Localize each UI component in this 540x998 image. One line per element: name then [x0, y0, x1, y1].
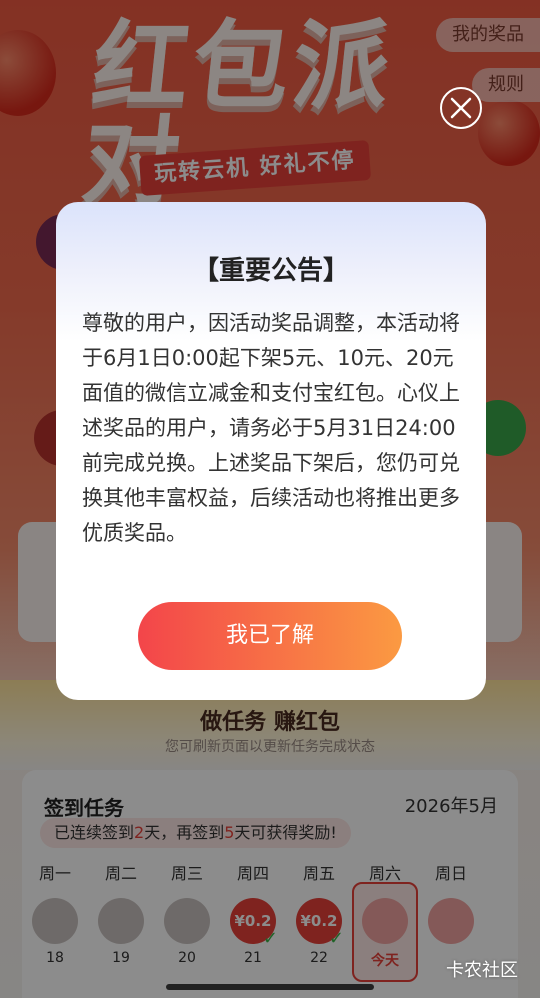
dialog-body: 尊敬的用户，因活动奖品调整，本活动将于6月1日0:00起下架5元、10元、20元… [82, 311, 460, 545]
dialog-title: 【重要公告】 [192, 256, 349, 286]
announcement-dialog: 【重要公告】 尊敬的用户，因活动奖品调整，本活动将于6月1日0:00起下架5元、… [56, 202, 486, 700]
home-indicator[interactable] [166, 984, 374, 990]
community-watermark: 卡农社区 [446, 960, 518, 981]
acknowledge-button[interactable]: 我已了解 [138, 602, 402, 670]
close-icon[interactable] [440, 87, 482, 129]
